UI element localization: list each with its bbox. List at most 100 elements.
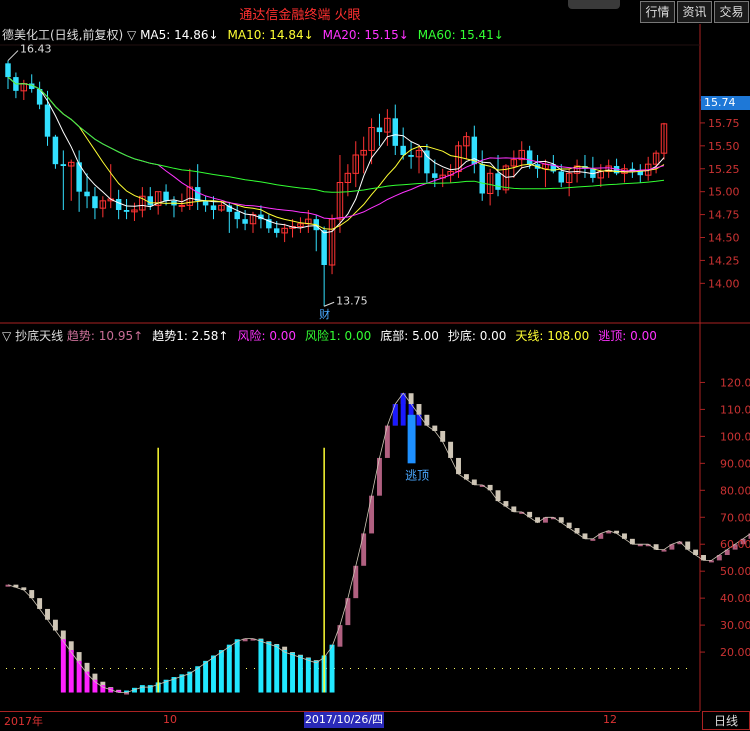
trend-bar <box>416 404 422 415</box>
escape-top-bar <box>407 414 416 464</box>
zero-dot <box>446 668 447 669</box>
axis-label-year: 2017年 <box>4 715 43 728</box>
zero-dot <box>382 668 383 669</box>
zero-dot <box>94 668 95 669</box>
zero-dot <box>598 668 599 669</box>
zero-dot <box>358 668 359 669</box>
top-zone-bar <box>392 404 398 426</box>
zero-dot <box>342 668 343 669</box>
zero-dot <box>590 668 591 669</box>
stock-chart[interactable]: 16.4313.75财 逃顶 16.0015.7515.5015.2515.00… <box>0 0 750 730</box>
candle-body-down <box>44 104 51 137</box>
price-tick-label: 15.75 <box>708 117 740 130</box>
zero-dot <box>150 668 151 669</box>
zero-dot <box>430 668 431 669</box>
zero-dot <box>414 668 415 669</box>
zero-dot <box>470 668 471 669</box>
trend-line <box>7 392 750 693</box>
bottom-zone-bar <box>68 650 74 693</box>
indicator-tick-label: 30.00 <box>720 619 750 632</box>
zero-dot <box>582 668 583 669</box>
zero-dot <box>142 668 143 669</box>
bottom-zone-bar <box>203 660 209 693</box>
bottom-zone-bar <box>290 652 295 693</box>
bottom-zone-bar <box>187 671 193 693</box>
zero-dot <box>30 668 31 669</box>
candle-body-down <box>273 228 280 233</box>
bottom-zone-bar <box>234 639 240 693</box>
top-zone-bar <box>416 414 422 426</box>
zero-dot <box>606 668 607 669</box>
zero-dot <box>422 668 423 669</box>
candle-body-down <box>479 164 485 194</box>
zero-dot <box>462 668 463 669</box>
bottom-zone-bar <box>313 660 319 693</box>
zero-dot <box>670 668 671 669</box>
zero-dot <box>190 668 191 669</box>
ma20-line <box>7 76 665 220</box>
zero-dot <box>566 668 567 669</box>
candle-body-down <box>147 196 153 206</box>
cursor-date: 2017/10/26/四 <box>304 712 384 728</box>
candle-body-down <box>123 210 130 212</box>
candle-body-up <box>178 204 186 207</box>
bottom-zone-bar <box>211 655 216 693</box>
zero-dot <box>494 668 495 669</box>
bottom-zone-bar <box>266 641 272 693</box>
zero-dot <box>390 668 391 669</box>
candle-body-down <box>242 219 248 224</box>
period-tab-daily[interactable]: 日线 <box>702 711 750 730</box>
zero-dot <box>646 668 647 669</box>
zero-dot <box>118 668 119 669</box>
zero-dot <box>518 668 519 669</box>
zero-dot <box>398 668 399 669</box>
ma10-line <box>7 76 665 230</box>
price-tick-label: 14.25 <box>708 254 740 267</box>
high-pointer <box>7 50 19 61</box>
price-tick-label: 14.75 <box>708 209 740 222</box>
zero-dot <box>406 668 407 669</box>
zero-dot <box>246 668 247 669</box>
zero-dot <box>686 668 687 669</box>
zero-dot <box>174 668 175 669</box>
bottom-zone-bar <box>274 644 280 693</box>
current-price-tag: 15.74 <box>701 96 750 110</box>
indicator-tick-label: 70.00 <box>720 511 750 524</box>
zero-dot <box>622 668 623 669</box>
price-tick-label: 15.50 <box>708 140 740 153</box>
candle-body-down <box>194 187 201 201</box>
trend-bar <box>424 414 430 426</box>
zero-dot <box>254 668 255 669</box>
indicator-tick-label: 20.00 <box>720 646 750 659</box>
bottom-zone-bar <box>329 644 335 693</box>
candle-body-down <box>92 196 98 209</box>
zero-dot <box>38 668 39 669</box>
zero-dot <box>182 668 183 669</box>
zero-dot <box>510 668 511 669</box>
ma5-line <box>7 76 665 234</box>
bottom-zone-bar <box>84 671 90 693</box>
price-tick-label: 14.00 <box>708 277 740 290</box>
price-tick-label: 14.50 <box>708 232 740 245</box>
trend-bar <box>495 490 501 502</box>
zero-dot <box>438 668 439 669</box>
zero-dot <box>350 668 351 669</box>
candle-body-down <box>115 199 122 210</box>
zero-dot <box>526 668 527 669</box>
indicator-tick-label: 60.00 <box>720 538 750 551</box>
indicator-tick-label: 120.00 <box>720 376 750 389</box>
zero-dot <box>630 668 631 669</box>
candle-body-down <box>637 171 644 176</box>
zero-dot <box>134 668 135 669</box>
zero-dot <box>478 668 479 669</box>
zero-dot <box>374 668 375 669</box>
candle-body-down <box>408 155 414 157</box>
trend-bar <box>353 565 359 599</box>
bottom-zone-bar <box>297 655 303 693</box>
trend-bar <box>45 608 50 620</box>
zero-dot <box>638 668 639 669</box>
candle-body-down <box>321 230 327 265</box>
trend-bar <box>384 425 390 458</box>
candle-body-down <box>210 205 217 210</box>
trend-bar <box>52 619 58 631</box>
